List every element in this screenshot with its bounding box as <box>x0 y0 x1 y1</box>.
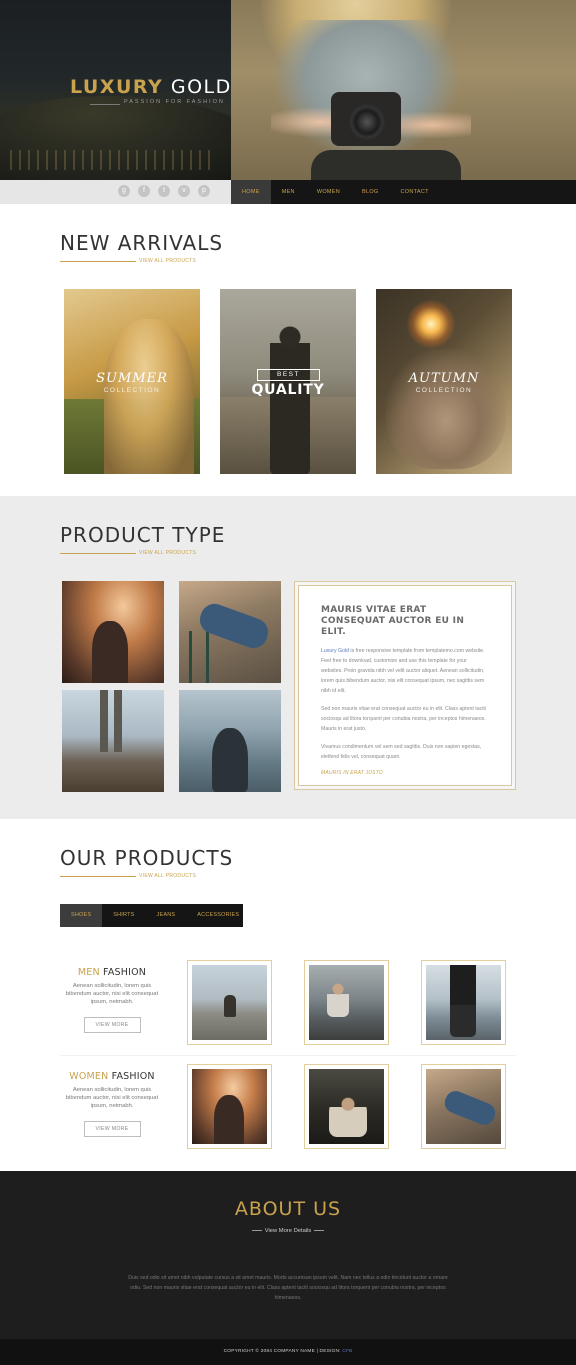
menu-item-home[interactable]: HOME <box>231 180 271 204</box>
women-fashion-block: WOMEN FASHION Aenean sollicitudin, lorem… <box>60 1071 164 1137</box>
about-section: ABOUT US View More Details Duis sed odio… <box>0 1171 576 1339</box>
tab-shirts[interactable]: SHIRTS <box>102 904 145 927</box>
product-type-info-card: MAURIS VITAE ERAT CONSEQUAT AUCTOR EU IN… <box>294 581 516 790</box>
product-type-rule <box>60 553 136 554</box>
product-type-image-3[interactable] <box>62 690 164 792</box>
hero-camera-woman-image <box>231 0 576 180</box>
new-arrivals-rule <box>60 261 136 262</box>
info-card-paragraph-3: Vivamus condimentum vel sem sed sagittis… <box>321 744 482 760</box>
women-view-more-button[interactable]: VIEW MORE <box>83 1120 141 1137</box>
tab-jeans[interactable]: JEANS <box>146 904 187 927</box>
new-arrivals-title: NEW ARRIVALS <box>60 231 224 255</box>
google-plus-icon[interactable]: g <box>118 185 130 197</box>
women-fashion-description: Aenean sollicitudin, lorem quis bibendum… <box>65 1087 159 1110</box>
main-menu: HOME MEN WOMEN BLOG CONTACT <box>231 180 576 204</box>
product-category-tabs: SHOES SHIRTS JEANS ACCESSORIES <box>60 904 243 927</box>
logo-white-word: GOLD <box>170 76 232 98</box>
product-type-view-all-link[interactable]: VIEW ALL PRODUCTS <box>139 550 196 556</box>
info-card-paragraph-2: Sed non mauris vitae erat consequat auct… <box>321 706 486 732</box>
best-label: BEST <box>257 369 320 381</box>
women-product-thumb-3[interactable] <box>421 1064 506 1149</box>
new-arrivals-view-all-link[interactable]: VIEW ALL PRODUCTS <box>139 258 196 264</box>
autumn-card-sub: COLLECTION <box>415 387 473 394</box>
about-view-more-link[interactable]: View More Details <box>0 1228 576 1234</box>
summer-card-sub: COLLECTION <box>103 387 161 394</box>
our-products-rule <box>60 876 136 877</box>
menu-item-blog[interactable]: BLOG <box>351 180 389 204</box>
pinterest-icon[interactable]: p <box>198 185 210 197</box>
info-card-paragraph-1: Luxury Gold is free responsive template … <box>321 646 489 696</box>
footer-design-link[interactable]: CFB <box>342 1349 352 1354</box>
product-type-image-1[interactable] <box>62 581 164 683</box>
men-product-thumb-2[interactable] <box>304 960 389 1045</box>
summer-card-script: SUMMER <box>96 371 168 386</box>
women-fashion-title: WOMEN FASHION <box>69 1071 155 1082</box>
men-fashion-block: MEN FASHION Aenean sollicitudin, lorem q… <box>60 967 164 1033</box>
product-type-image-2[interactable] <box>179 581 281 683</box>
autumn-collection-card[interactable]: AUTUMN COLLECTION <box>376 289 512 474</box>
logo-gold-word: LUXURY <box>70 76 164 98</box>
autumn-card-script: AUTUMN <box>408 371 480 386</box>
men-view-more-button[interactable]: VIEW MORE <box>83 1016 141 1033</box>
twitter-icon[interactable]: t <box>158 185 170 197</box>
men-fashion-title: MEN FASHION <box>77 967 147 978</box>
quality-label: QUALITY <box>251 382 325 398</box>
about-title: ABOUT US <box>234 1198 342 1220</box>
tab-shoes[interactable]: SHOES <box>60 904 103 927</box>
tab-accessories[interactable]: ACCESSORIES <box>186 904 250 927</box>
product-type-title: PRODUCT TYPE <box>60 523 226 547</box>
products-row-divider <box>60 1055 516 1056</box>
footer: COPYRIGHT © 2084 COMPANY NAME | DESIGN: … <box>0 1339 576 1365</box>
best-quality-card[interactable]: BEST QUALITY <box>220 289 356 474</box>
nav-bar: g f t v p HOME MEN WOMEN BLOG CONTACT <box>0 180 576 204</box>
women-product-thumb-2[interactable] <box>304 1064 389 1149</box>
menu-item-men[interactable]: MEN <box>271 180 306 204</box>
site-logo[interactable]: LUXURY GOLD PASSION FOR FASHION <box>70 76 232 105</box>
footer-copyright: COPYRIGHT © 2084 COMPANY NAME | DESIGN: <box>223 1349 343 1354</box>
menu-item-contact[interactable]: CONTACT <box>390 180 440 204</box>
women-product-thumb-1[interactable] <box>187 1064 272 1149</box>
facebook-icon[interactable]: f <box>138 185 150 197</box>
luxury-gold-link[interactable]: Luxury Gold <box>321 648 349 654</box>
product-type-image-4[interactable] <box>179 690 281 792</box>
men-product-thumb-1[interactable] <box>187 960 272 1045</box>
menu-item-women[interactable]: WOMEN <box>306 180 351 204</box>
info-card-paragraph-1-text: is free responsive template from templat… <box>321 648 485 694</box>
logo-divider <box>90 104 120 105</box>
info-card-heading: MAURIS VITAE ERAT CONSEQUAT AUCTOR EU IN… <box>321 605 465 637</box>
about-text: Duis sed odio sit amet nibh vulputate cu… <box>128 1275 448 1301</box>
our-products-title: OUR PRODUCTS <box>60 846 234 870</box>
vimeo-icon[interactable]: v <box>178 185 190 197</box>
our-products-view-all-link[interactable]: VIEW ALL PRODUCTS <box>139 873 196 879</box>
social-links: g f t v p <box>118 185 210 197</box>
summer-collection-card[interactable]: SUMMER COLLECTION <box>64 289 200 474</box>
men-fashion-description: Aenean sollicitudin, lorem quis bibendum… <box>65 983 159 1006</box>
hero-banner: LUXURY GOLD PASSION FOR FASHION <box>0 0 576 180</box>
men-product-thumb-3[interactable] <box>421 960 506 1045</box>
logo-tagline: PASSION FOR FASHION <box>124 99 225 105</box>
info-card-link[interactable]: MAURIS IN ERAT JUSTO <box>321 770 489 776</box>
